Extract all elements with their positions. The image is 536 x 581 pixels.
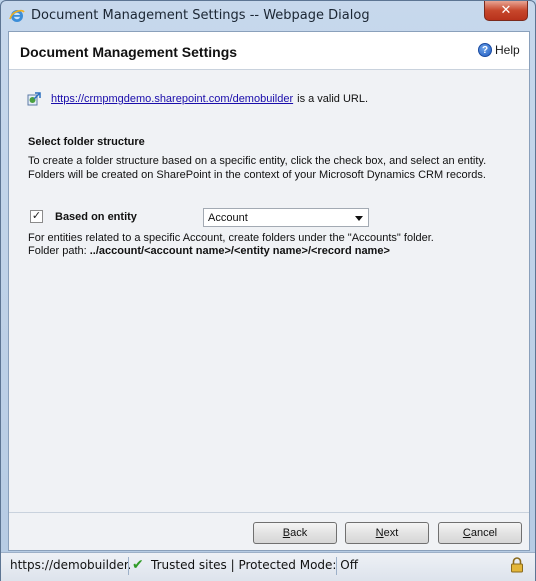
sharepoint-url-link[interactable]: https://crmpmgdemo.sharepoint.com/demobu…	[51, 93, 293, 105]
lock-icon[interactable]	[510, 557, 524, 573]
window-title: Document Management Settings -- Webpage …	[31, 8, 370, 23]
sharepoint-link-icon	[27, 92, 41, 106]
next-button[interactable]: Next	[345, 522, 429, 544]
status-url: https://demobuilder.c	[10, 558, 130, 572]
folder-info: For entities related to a specific Accou…	[28, 232, 434, 258]
folder-path-value: ../account/<account name>/<entity name>/…	[89, 245, 390, 257]
status-divider	[128, 557, 129, 575]
cancel-button-accesskey: C	[462, 527, 471, 539]
url-validation-row: https://crmpmgdemo.sharepoint.com/demobu…	[26, 91, 368, 107]
next-button-label: ext	[383, 527, 399, 539]
dialog-window: Document Management Settings -- Webpage …	[0, 0, 536, 581]
chevron-down-icon	[355, 216, 363, 221]
back-button[interactable]: Back	[253, 522, 337, 544]
cancel-button[interactable]: Cancel	[438, 522, 522, 544]
entity-select-value: Account	[208, 212, 248, 224]
dialog-header: Document Management Settings ? Help	[9, 32, 529, 70]
entity-select[interactable]: Account	[203, 208, 369, 227]
folder-path-row: Folder path: ../account/<account name>/<…	[28, 245, 434, 258]
status-bar: https://demobuilder.c ✔ Trusted sites | …	[1, 552, 535, 581]
folder-info-line: For entities related to a specific Accou…	[28, 232, 434, 244]
based-on-entity-row: ✓ Based on entity Account	[30, 208, 510, 228]
dialog-content: Document Management Settings ? Help http…	[8, 31, 530, 551]
based-on-entity-label: Based on entity	[55, 211, 137, 223]
based-on-entity-checkbox[interactable]: ✓	[30, 210, 43, 223]
folder-path-label: Folder path:	[28, 245, 87, 257]
close-icon: ✕	[500, 3, 512, 18]
back-button-accesskey: B	[282, 527, 291, 539]
help-label: Help	[495, 43, 520, 57]
folder-structure-description: To create a folder structure based on a …	[28, 155, 487, 181]
help-link[interactable]: ? Help	[478, 43, 520, 57]
folder-structure-heading: Select folder structure	[28, 136, 145, 148]
title-bar[interactable]: Document Management Settings -- Webpage …	[1, 1, 535, 31]
dialog-footer: Back Next Cancel	[9, 512, 529, 550]
help-icon: ?	[478, 43, 492, 57]
back-button-label: ack	[290, 527, 308, 539]
trusted-check-icon: ✔	[132, 557, 144, 573]
cancel-button-label: ancel	[470, 527, 498, 539]
security-zone-text: Trusted sites | Protected Mode: Off	[151, 558, 358, 572]
valid-url-text: is a valid URL.	[297, 93, 369, 105]
internet-explorer-icon	[9, 9, 25, 22]
check-icon: ✓	[31, 210, 42, 222]
page-title: Document Management Settings	[20, 44, 238, 60]
status-divider	[336, 557, 337, 575]
next-button-accesskey: N	[375, 527, 384, 539]
close-window-button[interactable]: ✕	[484, 1, 528, 21]
